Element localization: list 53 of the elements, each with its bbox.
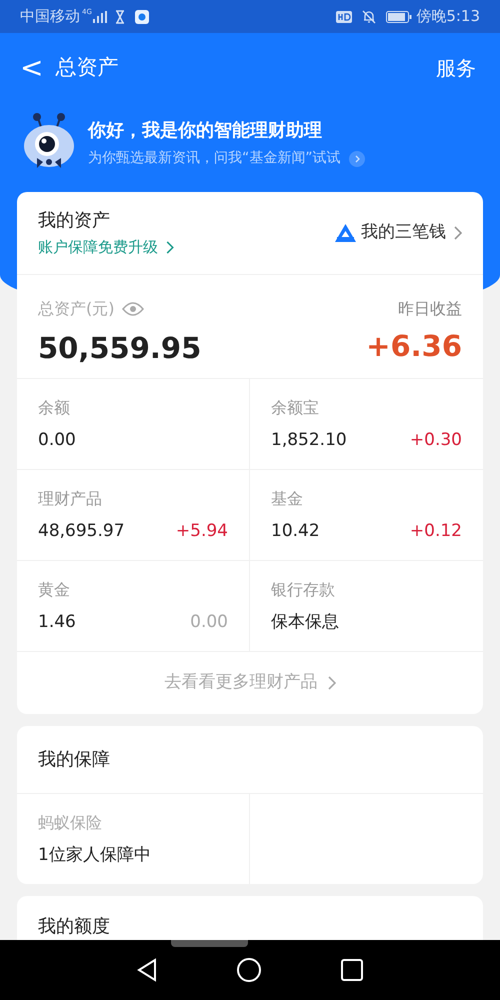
mountain-logo-icon: [335, 224, 356, 242]
signal-icon: [92, 10, 107, 22]
asset-label: 基金: [271, 488, 304, 510]
yesterday-income-value: +6.36: [366, 328, 462, 365]
clock-time: 傍晚5:13: [416, 6, 480, 28]
card-title: 我的资产: [38, 209, 111, 234]
card-title: 我的保障: [38, 748, 110, 772]
home-nav-icon[interactable]: [237, 958, 261, 982]
chevron-right-icon: [328, 676, 336, 690]
asset-tile[interactable]: 理财产品 48,695.97 +5.94: [17, 470, 250, 561]
hd-icon: [336, 10, 352, 22]
battery-icon: [386, 10, 412, 22]
hourglass-icon: [114, 10, 125, 24]
asset-value: 1.46: [38, 611, 76, 633]
back-nav-icon[interactable]: [137, 958, 157, 982]
asset-label: 理财产品: [38, 488, 103, 510]
asset-change: 0.00: [190, 611, 228, 633]
protection-label: 蚂蚁保险: [38, 812, 103, 834]
protection-value: 1位家人保障中: [38, 844, 152, 866]
total-assets-label: 总资产(元): [38, 298, 114, 320]
asset-value: 0.00: [38, 429, 76, 451]
asset-change: +0.30: [410, 429, 462, 451]
yesterday-income-label: 昨日收益: [398, 298, 462, 320]
asset-tile[interactable]: 余额宝 1,852.10 +0.30: [250, 379, 483, 470]
asset-label: 余额宝: [271, 397, 320, 419]
asset-value: 48,695.97: [38, 520, 125, 542]
asset-tile[interactable]: 黄金 1.46 0.00: [17, 561, 250, 652]
plan-link[interactable]: 我的三笔钱: [361, 220, 446, 246]
asset-label: 银行存款: [271, 579, 336, 601]
asset-tile[interactable]: 基金 10.42 +0.12: [250, 470, 483, 561]
chevron-right-icon: [166, 241, 174, 254]
asset-tile[interactable]: 余额 0.00: [17, 379, 250, 470]
assistant-greeting: 你好，我是你的智能理财助理: [88, 119, 323, 143]
card-title: 我的额度: [38, 916, 110, 937]
asset-change: +0.12: [410, 520, 462, 542]
recents-nav-icon[interactable]: [341, 959, 363, 981]
asset-label: 余额: [38, 397, 71, 419]
carrier-name: 中国移动: [20, 6, 80, 28]
asset-tile[interactable]: 银行存款 保本保息: [250, 561, 483, 652]
chevron-right-icon[interactable]: [348, 150, 365, 166]
asset-value: 1,852.10: [271, 429, 347, 451]
total-assets-value: 50,559.95: [38, 330, 202, 367]
bell-muted-icon: [362, 10, 376, 24]
service-button[interactable]: 服务: [436, 53, 476, 83]
asset-change: +5.94: [176, 520, 228, 542]
chevron-right-icon: [454, 226, 462, 240]
back-button[interactable]: <: [20, 54, 44, 82]
asset-value: 10.42: [271, 520, 320, 542]
page-title: 总资产: [55, 54, 118, 82]
asset-value: 保本保息: [271, 611, 339, 633]
asset-label: 黄金: [38, 579, 71, 601]
protection-tile[interactable]: 蚂蚁保险 1位家人保障中: [17, 794, 250, 884]
drag-handle[interactable]: [171, 940, 248, 947]
